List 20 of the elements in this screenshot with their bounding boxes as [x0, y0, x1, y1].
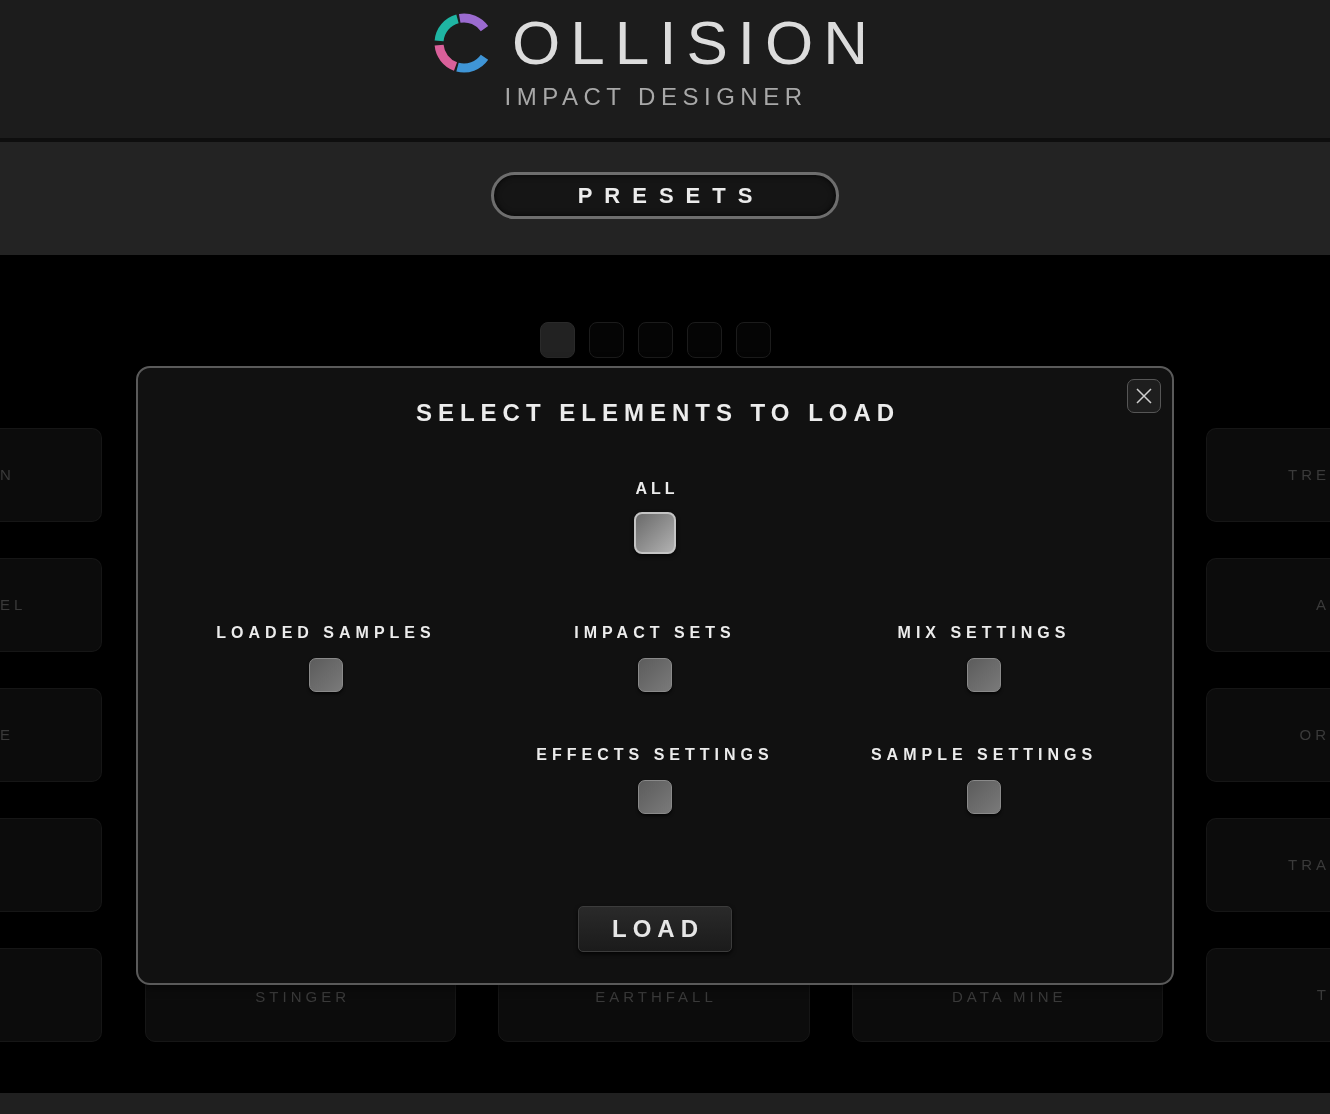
checkbox[interactable] [634, 512, 676, 554]
logo-ring-icon [434, 12, 490, 74]
dialog-title: SELECT ELEMENTS TO LOAD [414, 401, 901, 425]
option-label: IMPACT SETS [574, 625, 736, 641]
option-label: EFFECTS SETTINGS [536, 747, 774, 763]
checkbox[interactable] [967, 780, 1001, 814]
option-label: MIX SETTINGS [897, 625, 1071, 641]
logo-subtitle: IMPACT DESIGNER [504, 85, 808, 109]
presets-button[interactable]: PRESETS [491, 172, 839, 219]
option-label: SAMPLE SETTINGS [870, 747, 1098, 763]
checkbox[interactable] [638, 658, 672, 692]
option-label: ALL [634, 481, 679, 497]
checkbox[interactable] [967, 658, 1001, 692]
logo-text: OLLISION [512, 12, 878, 74]
load-button[interactable]: LOAD [578, 906, 732, 952]
close-button[interactable] [1127, 379, 1161, 413]
checkbox[interactable] [309, 658, 343, 692]
option-label: LOADED SAMPLES [216, 625, 436, 641]
checkbox[interactable] [638, 780, 672, 814]
close-icon [1136, 388, 1152, 404]
